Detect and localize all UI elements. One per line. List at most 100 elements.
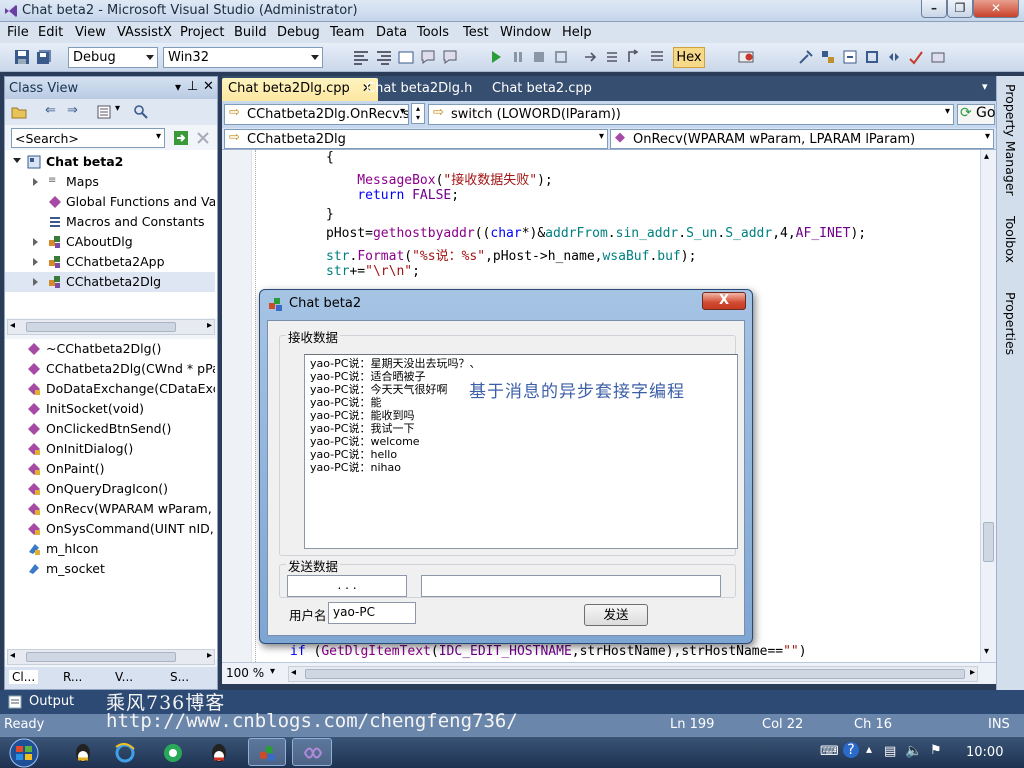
threads-icon[interactable]	[649, 49, 665, 65]
taskbar-visual-studio[interactable]	[292, 738, 332, 766]
tab-solution-explorer[interactable]: S...	[170, 670, 189, 684]
editor-vscrollbar[interactable]: ▴ ▾	[980, 150, 996, 662]
start-button-icon[interactable]	[4, 737, 44, 768]
zoom-dropdown-icon[interactable]: ▾	[270, 666, 275, 677]
menu-file[interactable]: File	[7, 25, 29, 40]
chevron-down-icon[interactable]: ▾	[115, 103, 120, 114]
close-icon[interactable]: ✕	[203, 79, 214, 94]
restore-button[interactable]: ❐	[947, 0, 973, 18]
dialog-close-button[interactable]: X	[702, 292, 746, 310]
menu-team[interactable]: Team	[330, 25, 364, 40]
save-icon[interactable]	[14, 49, 30, 65]
tab-toolbox[interactable]: Toolbox	[1003, 216, 1018, 263]
tab-chat-beta2dlg-h[interactable]: Chat beta2Dlg.h	[360, 78, 478, 101]
bookmark-icon[interactable]	[420, 49, 436, 65]
menu-view[interactable]: View	[75, 25, 106, 40]
tab-list-icon[interactable]: ▾	[982, 80, 988, 93]
tool-2-icon[interactable]	[820, 49, 836, 65]
tool-4-icon[interactable]	[864, 49, 880, 65]
tree-item-macros[interactable]: Macros and Constants	[5, 212, 215, 232]
clear-search-icon[interactable]	[195, 130, 211, 146]
tree-item-cchatbeta2app[interactable]: CChatbeta2App	[5, 252, 215, 272]
context-spinner[interactable]: ▴ ▾	[411, 103, 425, 124]
comment-icon[interactable]	[353, 49, 369, 65]
window-icon[interactable]	[398, 49, 414, 65]
member-item[interactable]: ~CChatbeta2Dlg()	[5, 339, 215, 359]
editor-hscrollbar[interactable]: ◂ ▸	[288, 666, 978, 682]
member-combo[interactable]: ◆ OnRecv(WPARAM wParam, LPARAM lParam) ▾	[610, 129, 994, 149]
step-over-icon[interactable]	[605, 49, 621, 65]
restart-icon[interactable]	[553, 49, 569, 65]
member-item[interactable]: OnInitDialog()	[5, 439, 215, 459]
hex-toggle-button[interactable]: Hex	[673, 47, 705, 68]
member-item[interactable]: InitSocket(void)	[5, 399, 215, 419]
menu-project[interactable]: Project	[180, 25, 224, 40]
internet-explorer-icon[interactable]	[112, 742, 138, 764]
menu-build[interactable]: Build	[234, 25, 267, 40]
tab-property-manager[interactable]: Property Manager	[1003, 84, 1018, 196]
member-item[interactable]: m_socket	[5, 559, 215, 579]
tree-item-cchatbeta2dlg[interactable]: CChatbeta2Dlg	[5, 272, 215, 292]
pin-icon[interactable]: ⊥	[187, 79, 198, 94]
member-item[interactable]: OnClickedBtnSend()	[5, 419, 215, 439]
tool-5-icon[interactable]	[886, 49, 902, 65]
new-folder-icon[interactable]	[11, 104, 27, 120]
start-debug-icon[interactable]	[488, 49, 504, 65]
send-button[interactable]: 发送	[584, 604, 648, 626]
step-out-icon[interactable]	[626, 49, 642, 65]
member-item[interactable]: DoDataExchange(CDataExcha	[5, 379, 215, 399]
minimize-button[interactable]: –	[921, 0, 947, 18]
member-item[interactable]: OnPaint()	[5, 459, 215, 479]
configuration-combo[interactable]: Debug	[68, 47, 158, 68]
save-all-icon[interactable]	[36, 49, 52, 65]
class-search-input[interactable]: <Search> ▾	[11, 128, 165, 148]
class-combo[interactable]: ⇨ CChatbeta2Dlg ▾	[224, 129, 608, 149]
receive-textbox[interactable]: yao-PC说：星期天没出去玩吗？、 yao-PC说：适合晒被子 yao-PC说…	[304, 354, 738, 549]
breakpoint-icon[interactable]	[738, 49, 754, 65]
menu-window[interactable]: Window	[500, 25, 551, 40]
send-message-input[interactable]	[421, 575, 721, 597]
member-item[interactable]: OnSysCommand(UINT nID, LP	[5, 519, 215, 539]
tab-chat-beta2dlg-cpp[interactable]: Chat beta2Dlg.cpp ✕	[222, 78, 378, 101]
username-input[interactable]: yao-PC	[328, 602, 416, 624]
ip-address-input[interactable]: . . .	[287, 575, 407, 597]
forward-icon[interactable]: ⇒	[67, 103, 78, 118]
tab-class-view[interactable]: Cl...	[9, 670, 39, 684]
bookmark-next-icon[interactable]	[442, 49, 458, 65]
tool-3-icon[interactable]	[842, 49, 858, 65]
tab-chat-beta2-cpp[interactable]: Chat beta2.cpp	[486, 78, 598, 101]
dropdown-icon[interactable]: ▾	[175, 80, 181, 94]
tree-item-maps[interactable]: ≡ Maps	[5, 172, 215, 192]
qq-icon[interactable]	[70, 742, 96, 764]
close-button[interactable]: ✕	[973, 0, 1019, 18]
member-item[interactable]: CChatbeta2Dlg(CWnd * pPare	[5, 359, 215, 379]
spell-check-icon[interactable]	[908, 49, 924, 65]
tray-chevron-icon[interactable]: ▴	[866, 742, 872, 756]
menu-data[interactable]: Data	[376, 25, 407, 40]
tab-resource-view[interactable]: R...	[63, 670, 82, 684]
360-browser-icon[interactable]	[160, 742, 186, 764]
pause-icon[interactable]	[510, 49, 526, 65]
tool-1-icon[interactable]	[798, 49, 814, 65]
menu-test[interactable]: Test	[463, 25, 489, 40]
keyboard-icon[interactable]: ⌨	[820, 744, 839, 759]
help-icon[interactable]: ?	[843, 742, 859, 758]
definition-combo[interactable]: ⇨ switch (LOWORD(lParam)) ▾	[428, 104, 954, 125]
platform-combo[interactable]: Win32	[163, 47, 323, 68]
volume-icon[interactable]: 🔈	[905, 743, 922, 759]
member-item[interactable]: m_hIcon	[5, 539, 215, 559]
search-go-icon[interactable]	[173, 130, 189, 146]
tree-item-caboutdlg[interactable]: CAboutDlg	[5, 232, 215, 252]
taskbar-chat-app[interactable]	[248, 738, 286, 766]
member-item[interactable]: OnQueryDragIcon()	[5, 479, 215, 499]
menu-edit[interactable]: Edit	[38, 25, 63, 40]
menu-debug[interactable]: Debug	[277, 25, 320, 40]
menu-tools[interactable]: Tools	[417, 25, 449, 40]
settings-icon[interactable]	[96, 104, 112, 120]
menu-vassistx[interactable]: VAssistX	[117, 25, 172, 40]
step-into-icon[interactable]	[583, 49, 599, 65]
qq-penguin-icon[interactable]	[206, 742, 232, 764]
member-item[interactable]: OnRecv(WPARAM wParam, LP	[5, 499, 215, 519]
uncomment-icon[interactable]	[376, 49, 392, 65]
zoom-level[interactable]: 100 %	[226, 666, 264, 680]
